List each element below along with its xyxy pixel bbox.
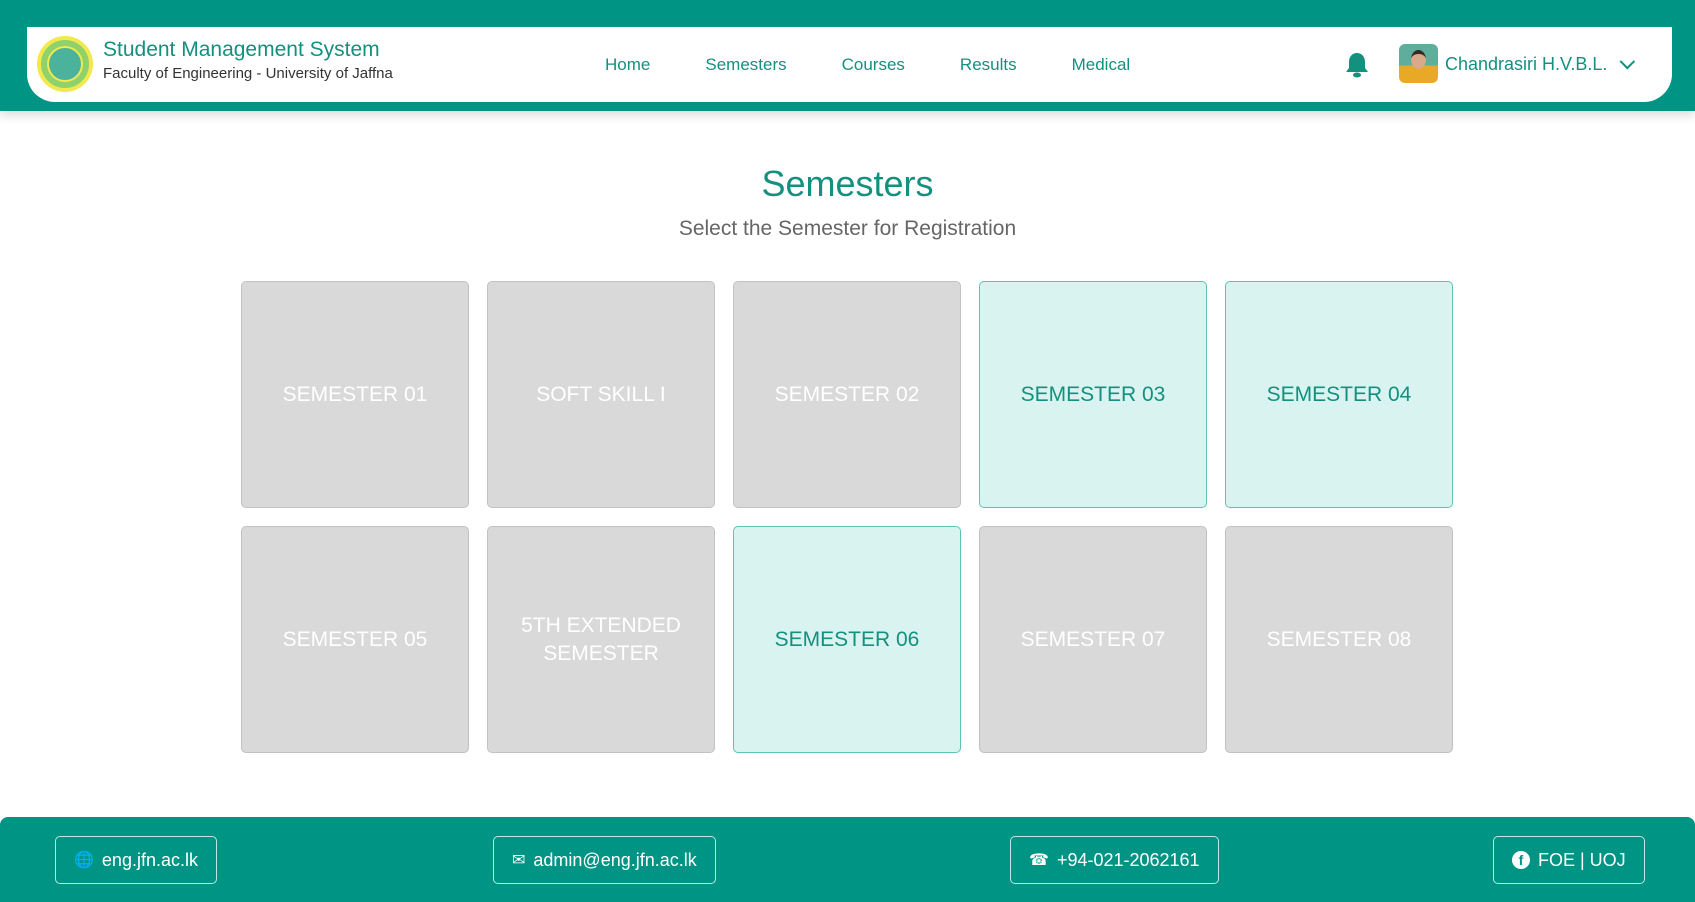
app-subtitle: Faculty of Engineering - University of J… (103, 65, 393, 82)
email-text: admin@eng.jfn.ac.lk (533, 849, 697, 870)
envelope-icon: ✉ (512, 852, 526, 869)
app-title: Student Management System (103, 38, 380, 61)
nav-home[interactable]: Home (605, 55, 650, 75)
semester-card[interactable]: Semester 02 (733, 281, 961, 508)
nav-results[interactable]: Results (960, 55, 1017, 75)
semester-card[interactable]: Soft Skill I (487, 281, 715, 508)
user-menu[interactable]: Chandrasiri H.V.B.L. (1445, 27, 1636, 102)
semester-card[interactable]: Semester 08 (1225, 526, 1453, 753)
university-logo[interactable] (37, 36, 93, 92)
semester-card[interactable]: Semester 01 (241, 281, 469, 508)
avatar[interactable] (1399, 44, 1438, 83)
semester-card[interactable]: Semester 03 (979, 281, 1207, 508)
facebook-link[interactable]: f FOE | UOJ (1493, 836, 1645, 884)
phone-icon: ☎ (1029, 852, 1049, 869)
email-link[interactable]: ✉ admin@eng.jfn.ac.lk (493, 836, 716, 884)
main-nav: Home Semesters Courses Results Medical (605, 27, 1185, 102)
nav-medical[interactable]: Medical (1072, 55, 1131, 75)
globe-icon: 🌐 (74, 852, 94, 869)
chevron-down-icon (1619, 53, 1636, 70)
page-title: Semesters (761, 163, 934, 204)
phone-text: +94-021-2062161 (1056, 849, 1200, 870)
nav-semesters[interactable]: Semesters (705, 55, 786, 75)
semester-card[interactable]: Semester 06 (733, 526, 961, 753)
page-subtitle: Select the Semester for Registration (678, 217, 1017, 240)
semester-card[interactable]: Semester 04 (1225, 281, 1453, 508)
website-link[interactable]: 🌐 eng.jfn.ac.lk (55, 836, 217, 884)
semester-card[interactable]: 5th Extended Semester (487, 526, 715, 753)
semester-card[interactable]: Semester 05 (241, 526, 469, 753)
facebook-text: FOE | UOJ (1538, 849, 1626, 870)
navbar: Student Management System Faculty of Eng… (27, 27, 1672, 102)
brand: Student Management System Faculty of Eng… (103, 38, 393, 82)
user-name: Chandrasiri H.V.B.L. (1445, 54, 1608, 74)
semester-card[interactable]: Semester 07 (979, 526, 1207, 753)
semester-grid: Semester 01 Soft Skill I Semester 02 Semest… (241, 281, 1453, 753)
phone-link[interactable]: ☎ +94-021-2062161 (1010, 836, 1219, 884)
notification-bell-icon[interactable] (1345, 51, 1369, 79)
footer: 🌐 eng.jfn.ac.lk ✉ admin@eng.jfn.ac.lk ☎ +94… (0, 817, 1695, 902)
website-text: eng.jfn.ac.lk (101, 849, 198, 870)
facebook-icon: f (1512, 851, 1530, 869)
nav-courses[interactable]: Courses (842, 55, 905, 75)
header-bar: Student Management System Faculty of Eng… (0, 0, 1695, 111)
